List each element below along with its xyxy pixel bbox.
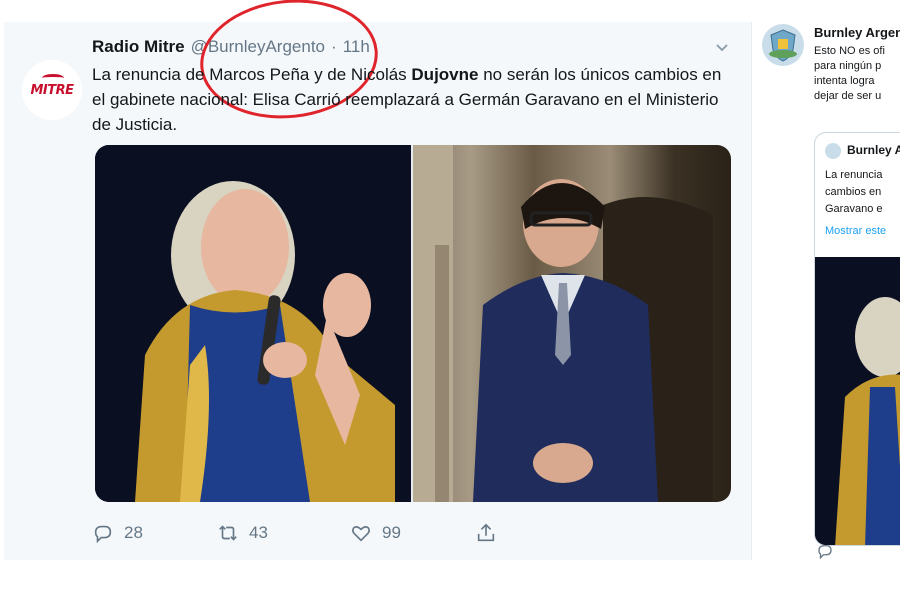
- side-text-line: Esto NO es ofi: [814, 45, 885, 57]
- radio-mitre-avatar[interactable]: MITRE: [22, 60, 82, 120]
- show-thread-link[interactable]: Mostrar este: [825, 225, 886, 237]
- side-display-name[interactable]: Burnley Argento: [814, 25, 900, 40]
- quote-media-photo[interactable]: [815, 257, 900, 545]
- burnley-argento-avatar[interactable]: [762, 24, 804, 66]
- reply-icon: [94, 525, 112, 544]
- quote-display-name: Burnley Arg: [847, 143, 900, 157]
- mitre-logo-mark: [42, 74, 64, 82]
- mitre-logo: MITRE: [30, 82, 74, 98]
- retweet-button[interactable]: 43: [217, 522, 350, 544]
- tweet-actions: 28 43 99: [92, 522, 497, 544]
- reply-count: 28: [124, 523, 143, 542]
- woman-speaking-photo: [95, 145, 411, 502]
- share-icon: [477, 523, 495, 542]
- like-count: 99: [382, 523, 401, 542]
- tweet-text-part: La renuncia de Marcos Peña y de Nicolás: [92, 65, 412, 84]
- man-in-suit-photo: [413, 145, 713, 502]
- retweet-count: 43: [249, 523, 268, 542]
- chevron-down-icon[interactable]: [714, 40, 730, 56]
- side-tweet-text: Esto NO es ofi para ningún p intenta log…: [814, 44, 900, 104]
- heart-icon: [352, 526, 370, 542]
- shield-icon: [769, 29, 797, 62]
- media-photo-right[interactable]: [413, 145, 731, 502]
- quote-avatar: [825, 143, 841, 159]
- side-text-line: dejar de ser u: [814, 90, 882, 102]
- quote-text-line: cambios en: [825, 186, 882, 198]
- tweet-text: La renuncia de Marcos Peña y de Nicolás …: [92, 62, 732, 137]
- side-text-line: para ningún p: [814, 60, 882, 72]
- side-tweet[interactable]: Burnley Argento Esto NO es ofi para ning…: [752, 18, 900, 600]
- side-text-line: intenta logra: [814, 75, 875, 87]
- tweet-text-bold: Dujovne: [411, 65, 479, 84]
- display-name[interactable]: Radio Mitre: [92, 37, 185, 57]
- quoted-tweet-card[interactable]: Burnley Arg La renuncia cambios en Garav…: [814, 132, 900, 546]
- quote-text-line: Garavano e: [825, 203, 883, 215]
- woman-speaking-photo-thumb: [815, 257, 900, 545]
- retweet-icon: [219, 525, 237, 541]
- media-photo-left[interactable]: [95, 145, 411, 502]
- quote-text-line: La renuncia: [825, 169, 883, 181]
- quote-text: La renuncia cambios en Garavano e: [825, 167, 900, 218]
- reply-icon[interactable]: [816, 542, 834, 560]
- like-button[interactable]: 99: [350, 522, 475, 544]
- tweet-media[interactable]: [95, 145, 731, 502]
- share-button[interactable]: [475, 522, 497, 544]
- reply-button[interactable]: 28: [92, 522, 217, 544]
